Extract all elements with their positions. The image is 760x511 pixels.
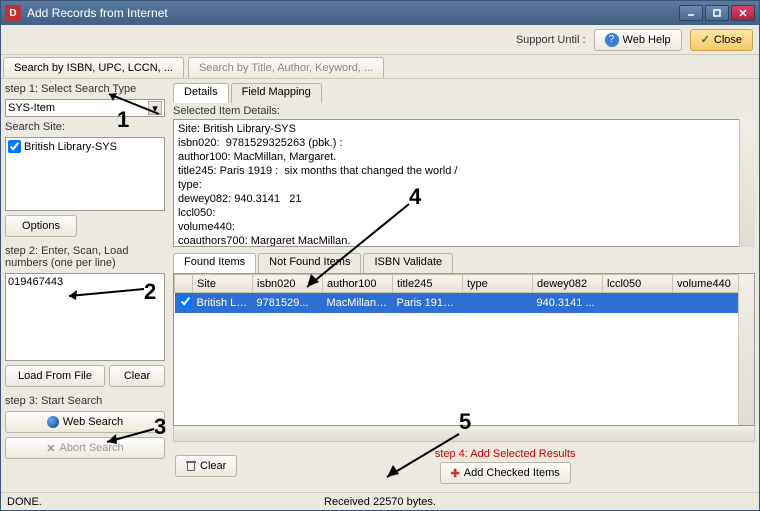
status-left: DONE. bbox=[7, 496, 42, 508]
step3-label: step 3: Start Search bbox=[5, 395, 165, 407]
site-label: British Library-SYS bbox=[24, 141, 117, 153]
tab-search-title[interactable]: Search by Title, Author, Keyword, ... bbox=[188, 57, 384, 78]
cell-lccl050 bbox=[603, 293, 673, 314]
site-item[interactable]: British Library-SYS bbox=[8, 140, 162, 153]
globe-icon bbox=[47, 416, 59, 428]
maximize-button[interactable] bbox=[705, 5, 729, 21]
load-from-file-button[interactable]: Load From File bbox=[5, 365, 105, 387]
clear-numbers-button[interactable]: Clear bbox=[109, 365, 165, 387]
window-controls bbox=[679, 5, 755, 21]
close-window-button[interactable] bbox=[731, 5, 755, 21]
tab-search-isbn[interactable]: Search by ISBN, UPC, LCCN, ... bbox=[3, 57, 184, 78]
tab-field-mapping[interactable]: Field Mapping bbox=[231, 83, 322, 103]
x-icon: ✕ bbox=[46, 442, 55, 455]
results-table-wrap: Site isbn020 author100 title245 type dew… bbox=[173, 273, 755, 426]
col-type[interactable]: type bbox=[463, 275, 533, 293]
web-help-label: Web Help bbox=[623, 34, 671, 46]
col-site[interactable]: Site bbox=[193, 275, 253, 293]
add-icon: ✚ bbox=[451, 467, 460, 480]
status-center: Received 22570 bytes. bbox=[324, 496, 436, 508]
cell-title245: Paris 1919 ... bbox=[393, 293, 463, 314]
results-table: Site isbn020 author100 title245 type dew… bbox=[174, 274, 754, 313]
col-title245[interactable]: title245 bbox=[393, 275, 463, 293]
web-help-button[interactable]: ? Web Help bbox=[594, 29, 682, 51]
col-check[interactable] bbox=[175, 275, 193, 293]
main-body: step 1: Select Search Type SYS-Item ▾ Se… bbox=[1, 79, 759, 492]
results-tabs: Found Items Not Found Items ISBN Validat… bbox=[173, 253, 755, 273]
cell-site: British Lib... bbox=[193, 293, 253, 314]
top-toolbar: Support Until : ? Web Help ✓ Close bbox=[1, 25, 759, 55]
step1-label: step 1: Select Search Type bbox=[5, 83, 165, 95]
tab-found-items[interactable]: Found Items bbox=[173, 253, 256, 273]
numbers-input[interactable] bbox=[5, 273, 165, 361]
detail-tabs: Details Field Mapping bbox=[173, 83, 755, 103]
tab-details[interactable]: Details bbox=[173, 83, 229, 103]
close-label: Close bbox=[714, 34, 742, 46]
cell-type bbox=[463, 293, 533, 314]
cell-author100: MacMillan, ... bbox=[323, 293, 393, 314]
step2-label: step 2: Enter, Scan, Load numbers (one p… bbox=[5, 245, 165, 269]
close-button[interactable]: ✓ Close bbox=[690, 29, 753, 51]
details-text: Site: British Library-SYS isbn020: 97815… bbox=[173, 119, 755, 247]
web-search-button[interactable]: Web Search bbox=[5, 411, 165, 433]
right-pane: Details Field Mapping Selected Item Deta… bbox=[169, 79, 759, 492]
cell-isbn020: 9781529... bbox=[253, 293, 323, 314]
col-dewey082[interactable]: dewey082 bbox=[533, 275, 603, 293]
check-icon: ✓ bbox=[701, 33, 710, 46]
details-scrollbar[interactable] bbox=[739, 119, 755, 247]
table-row[interactable]: British Lib... 9781529... MacMillan, ...… bbox=[175, 293, 754, 314]
results-toolbar: Clear step 4: Add Selected Results ✚ Add… bbox=[173, 444, 755, 488]
row-checkbox[interactable] bbox=[179, 295, 192, 308]
search-mode-tabs: Search by ISBN, UPC, LCCN, ... Search by… bbox=[1, 55, 759, 79]
col-author100[interactable]: author100 bbox=[323, 275, 393, 293]
app-window: D Add Records from Internet Support Unti… bbox=[0, 0, 760, 511]
add-checked-items-button[interactable]: ✚ Add Checked Items bbox=[440, 462, 571, 484]
search-site-label: Search Site: bbox=[5, 121, 165, 133]
step4-label: step 4: Add Selected Results bbox=[435, 448, 576, 460]
tab-not-found-items[interactable]: Not Found Items bbox=[258, 253, 361, 273]
status-bar: DONE. Received 22570 bytes. bbox=[1, 492, 759, 510]
chevron-down-icon: ▾ bbox=[148, 101, 162, 115]
minimize-button[interactable] bbox=[679, 5, 703, 21]
trash-icon bbox=[186, 461, 196, 471]
search-site-list[interactable]: British Library-SYS bbox=[5, 137, 165, 211]
search-type-value: SYS-Item bbox=[8, 102, 148, 114]
title-bar: D Add Records from Internet bbox=[1, 1, 759, 25]
clear-results-button[interactable]: Clear bbox=[175, 455, 237, 477]
window-title: Add Records from Internet bbox=[27, 6, 679, 20]
table-vscrollbar[interactable] bbox=[738, 274, 754, 425]
app-icon: D bbox=[5, 5, 21, 21]
cell-dewey082: 940.3141 ... bbox=[533, 293, 603, 314]
support-until-label: Support Until : bbox=[516, 34, 586, 46]
search-type-select[interactable]: SYS-Item ▾ bbox=[5, 99, 165, 117]
options-button[interactable]: Options bbox=[5, 215, 77, 237]
help-icon: ? bbox=[605, 33, 619, 47]
tab-isbn-validate[interactable]: ISBN Validate bbox=[363, 253, 453, 273]
abort-search-button[interactable]: ✕ Abort Search bbox=[5, 437, 165, 459]
col-isbn020[interactable]: isbn020 bbox=[253, 275, 323, 293]
table-hscrollbar[interactable] bbox=[173, 426, 755, 442]
table-header-row: Site isbn020 author100 title245 type dew… bbox=[175, 275, 754, 293]
site-checkbox[interactable] bbox=[8, 140, 21, 153]
left-pane: step 1: Select Search Type SYS-Item ▾ Se… bbox=[1, 79, 169, 492]
selected-item-details-label: Selected Item Details: bbox=[173, 103, 755, 119]
col-lccl050[interactable]: lccl050 bbox=[603, 275, 673, 293]
